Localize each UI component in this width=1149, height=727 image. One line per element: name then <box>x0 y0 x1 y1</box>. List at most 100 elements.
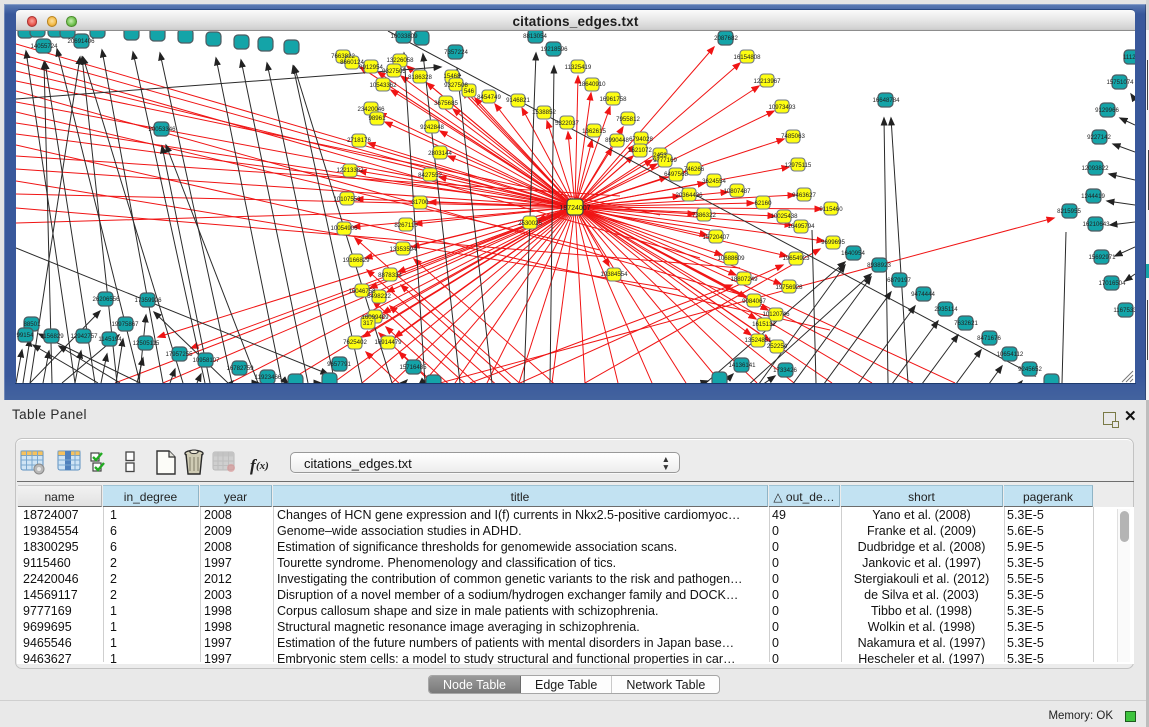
svg-text:19218596: 19218596 <box>540 46 568 53</box>
svg-text:6497568: 6497568 <box>664 171 688 178</box>
svg-text:15468: 15468 <box>444 73 462 80</box>
svg-text:8215955: 8215955 <box>1057 208 1081 215</box>
svg-text:16914479: 16914479 <box>374 339 402 346</box>
svg-text:7632621: 7632621 <box>954 320 978 327</box>
svg-text:7955812: 7955812 <box>616 116 640 123</box>
svg-text:7625402: 7625402 <box>343 339 367 346</box>
svg-text:20053346: 20053346 <box>148 126 176 133</box>
svg-text:7357224: 7357224 <box>444 49 468 56</box>
svg-text:19166829: 19166829 <box>342 257 370 264</box>
svg-text:16495794: 16495794 <box>787 223 815 230</box>
svg-text:8912954: 8912954 <box>359 64 383 71</box>
svg-text:10688609: 10688609 <box>717 255 745 262</box>
svg-text:2718176: 2718176 <box>347 137 371 144</box>
svg-text:11923466: 11923466 <box>255 374 282 381</box>
svg-text:8454749: 8454749 <box>477 94 501 101</box>
svg-text:17957255: 17957255 <box>165 351 193 358</box>
svg-text:546: 546 <box>464 88 475 95</box>
svg-text:2530025: 2530025 <box>518 220 542 227</box>
svg-text:11325419: 11325419 <box>565 64 592 71</box>
svg-text:5498222: 5498222 <box>367 293 391 300</box>
svg-text:9129966: 9129966 <box>1095 107 1119 114</box>
svg-text:10054906: 10054906 <box>330 225 358 232</box>
svg-text:2803144: 2803144 <box>428 150 452 157</box>
svg-text:9474444: 9474444 <box>911 291 935 298</box>
svg-text:9245652: 9245652 <box>1018 366 1042 373</box>
svg-text:2087682: 2087682 <box>714 35 738 42</box>
svg-text:18724007: 18724007 <box>559 205 590 212</box>
svg-text:18807249: 18807249 <box>730 276 758 283</box>
svg-text:317: 317 <box>363 320 374 327</box>
svg-text:6794028: 6794028 <box>629 136 653 143</box>
svg-text:5322037: 5322037 <box>555 120 579 127</box>
svg-text:20691406: 20691406 <box>67 38 95 45</box>
svg-text:1156829: 1156829 <box>40 333 64 340</box>
svg-text:7386322: 7386322 <box>692 212 716 219</box>
svg-text:8990448: 8990448 <box>605 137 629 144</box>
svg-text:16154808: 16154808 <box>733 54 761 61</box>
svg-text:252254: 252254 <box>767 343 788 350</box>
svg-text:9327505: 9327505 <box>382 68 406 75</box>
svg-text:10120746: 10120746 <box>762 311 790 318</box>
svg-text:1362615: 1362615 <box>582 128 606 135</box>
svg-text:17359926: 17359926 <box>134 297 162 304</box>
svg-text:1621072: 1621072 <box>628 147 652 154</box>
svg-text:23420046: 23420046 <box>357 106 385 113</box>
svg-text:16033809: 16033809 <box>390 33 418 40</box>
svg-text:1538852: 1538852 <box>532 109 556 116</box>
svg-text:99154: 99154 <box>17 332 35 339</box>
svg-text:13226058: 13226058 <box>386 57 414 64</box>
svg-text:18640910: 18640910 <box>578 81 606 88</box>
svg-text:10107553: 10107553 <box>333 196 361 203</box>
svg-text:2935114: 2935114 <box>934 306 958 313</box>
svg-text:9657791: 9657791 <box>327 361 351 368</box>
svg-text:16648784: 16648784 <box>872 97 900 104</box>
svg-text:10025438: 10025438 <box>770 213 798 220</box>
svg-text:14055724: 14055724 <box>30 43 58 50</box>
svg-text:12213967: 12213967 <box>753 78 781 85</box>
svg-text:88501: 88501 <box>24 321 42 328</box>
svg-text:15692971: 15692971 <box>1088 254 1116 261</box>
svg-text:3624554: 3624554 <box>702 178 726 185</box>
svg-text:1167533: 1167533 <box>1113 307 1135 314</box>
svg-text:19654923: 19654923 <box>782 255 810 262</box>
svg-text:9227142: 9227142 <box>1087 134 1111 141</box>
svg-text:11124: 11124 <box>1123 54 1135 61</box>
svg-text:10654112: 10654112 <box>997 351 1024 358</box>
svg-text:8267110: 8267110 <box>394 222 418 229</box>
svg-text:1615132: 1615132 <box>752 321 776 328</box>
svg-text:10958107: 10958107 <box>192 357 220 364</box>
svg-text:98961: 98961 <box>369 115 387 122</box>
svg-text:10973493: 10973493 <box>768 104 796 111</box>
svg-text:6879197: 6879197 <box>887 277 911 284</box>
svg-text:15751074: 15751074 <box>1106 79 1134 86</box>
svg-text:9146821: 9146821 <box>506 97 530 104</box>
svg-text:19975867: 19975867 <box>111 321 139 328</box>
svg-text:8938923: 8938923 <box>867 262 891 269</box>
svg-text:9699695: 9699695 <box>821 239 845 246</box>
svg-text:1244419: 1244419 <box>1081 193 1105 200</box>
svg-text:7485063: 7485063 <box>781 133 805 140</box>
svg-text:9777169: 9777169 <box>653 157 677 164</box>
svg-text:1640954: 1640954 <box>841 250 865 257</box>
svg-text:8427552: 8427552 <box>418 172 442 179</box>
svg-text:(x): (x) <box>256 460 269 472</box>
svg-text:62160: 62160 <box>755 200 773 207</box>
svg-text:16210643: 16210643 <box>1082 221 1110 228</box>
svg-text:14136141: 14136141 <box>728 362 756 369</box>
svg-text:26206556: 26206556 <box>92 296 120 303</box>
svg-text:9084067: 9084067 <box>742 298 766 305</box>
svg-text:8878334: 8878334 <box>378 272 402 279</box>
svg-text:9463627: 9463627 <box>792 192 816 199</box>
svg-text:20364436: 20364436 <box>675 192 703 199</box>
svg-text:10807487: 10807487 <box>723 188 751 195</box>
svg-text:16782759: 16782759 <box>226 365 254 372</box>
svg-text:12505115: 12505115 <box>133 340 160 347</box>
svg-text:13353594: 13353594 <box>389 246 417 253</box>
svg-text:15716485: 15716485 <box>399 364 427 371</box>
svg-text:12975115: 12975115 <box>785 162 812 169</box>
svg-text:19384554: 19384554 <box>600 271 628 278</box>
svg-text:12093822: 12093822 <box>1081 165 1109 172</box>
svg-text:10543362: 10543362 <box>369 82 397 89</box>
svg-text:1733426: 1733426 <box>773 367 797 374</box>
